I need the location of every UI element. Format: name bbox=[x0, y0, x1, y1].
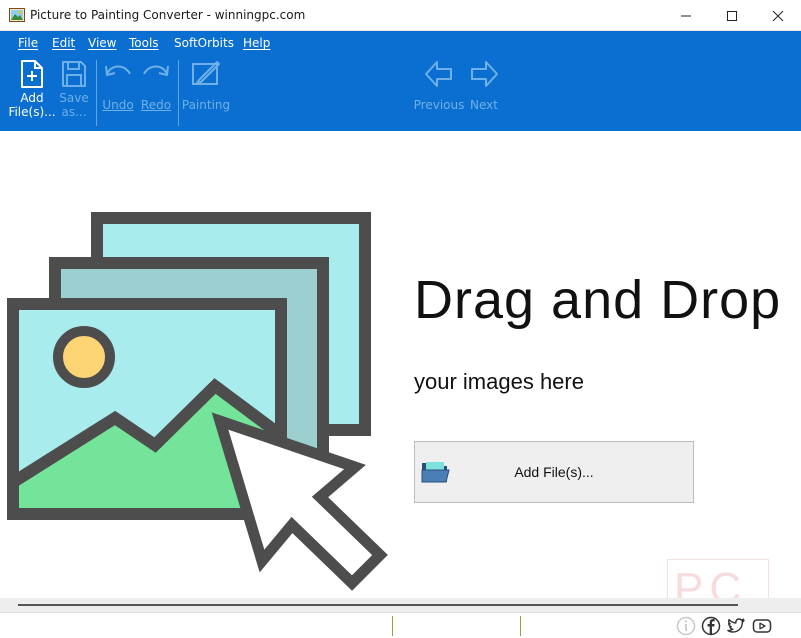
arrow-left-icon bbox=[425, 61, 452, 87]
maximize-button[interactable] bbox=[709, 0, 755, 31]
youtube-icon[interactable] bbox=[752, 616, 772, 636]
drag-drop-subtitle: your images here bbox=[414, 369, 584, 394]
add-files-label: Add File(s)... bbox=[8, 91, 56, 119]
app-painting-icon bbox=[9, 8, 25, 22]
info-icon[interactable] bbox=[676, 616, 696, 636]
menu-tools[interactable]: Tools bbox=[129, 36, 159, 50]
save-icon bbox=[62, 61, 86, 87]
minimize-icon bbox=[681, 15, 691, 16]
painting-label: Painting bbox=[181, 98, 231, 112]
toolbar: Add File(s)... Save as... Undo Redo Pain… bbox=[0, 55, 801, 131]
painting-icon bbox=[192, 61, 220, 85]
previous-label: Previous bbox=[413, 98, 465, 112]
menu-bar: File Edit View Tools SoftOrbits Help bbox=[0, 31, 801, 55]
title-bar: Picture to Painting Converter - winningp… bbox=[0, 0, 801, 31]
undo-label: Undo bbox=[102, 98, 134, 112]
watermark-text: PC bbox=[674, 564, 748, 598]
watermark-logo: PC bbox=[667, 559, 769, 598]
progress-line bbox=[18, 604, 738, 606]
status-bar bbox=[0, 612, 801, 638]
ribbon: File Edit View Tools SoftOrbits Help Add… bbox=[0, 31, 801, 131]
next-button[interactable]: Next bbox=[466, 60, 502, 112]
status-separator bbox=[392, 616, 393, 636]
maximize-icon bbox=[727, 10, 737, 21]
menu-view[interactable]: View bbox=[88, 36, 116, 50]
save-as-label: Save as... bbox=[59, 91, 89, 119]
twitter-icon[interactable] bbox=[726, 616, 746, 636]
toolbar-separator bbox=[96, 60, 97, 126]
menu-softorbits[interactable]: SoftOrbits bbox=[174, 36, 234, 50]
add-files-button[interactable]: Add File(s)... bbox=[8, 60, 56, 119]
next-label: Next bbox=[470, 98, 498, 112]
status-separator bbox=[520, 616, 521, 636]
add-files-main-button[interactable]: Add File(s)... bbox=[414, 441, 694, 503]
undo-icon bbox=[105, 65, 131, 76]
undo-button[interactable]: Undo bbox=[100, 60, 136, 112]
arrow-right-icon bbox=[471, 61, 498, 87]
add-files-main-label: Add File(s)... bbox=[514, 464, 594, 480]
menu-help[interactable]: Help bbox=[243, 36, 270, 50]
facebook-icon[interactable] bbox=[701, 616, 721, 636]
menu-file[interactable]: File bbox=[18, 36, 38, 50]
close-icon bbox=[772, 10, 784, 21]
close-button[interactable] bbox=[755, 0, 801, 31]
redo-button[interactable]: Redo bbox=[138, 60, 174, 112]
save-as-button[interactable]: Save as... bbox=[54, 60, 94, 119]
drop-area[interactable]: Drag and Drop your images here Add File(… bbox=[0, 131, 801, 598]
toolbar-separator bbox=[178, 60, 179, 126]
redo-label: Redo bbox=[140, 98, 172, 112]
previous-button[interactable]: Previous bbox=[414, 60, 464, 112]
menu-edit[interactable]: Edit bbox=[52, 36, 75, 50]
window-title: Picture to Painting Converter - winningp… bbox=[30, 8, 306, 22]
painting-button[interactable]: Painting bbox=[182, 60, 230, 112]
add-file-icon bbox=[21, 60, 43, 88]
progress-track bbox=[0, 598, 801, 612]
redo-icon bbox=[143, 65, 169, 76]
drag-drop-illustration bbox=[7, 212, 388, 591]
minimize-button[interactable] bbox=[663, 0, 709, 31]
drag-drop-title: Drag and Drop bbox=[414, 270, 782, 330]
